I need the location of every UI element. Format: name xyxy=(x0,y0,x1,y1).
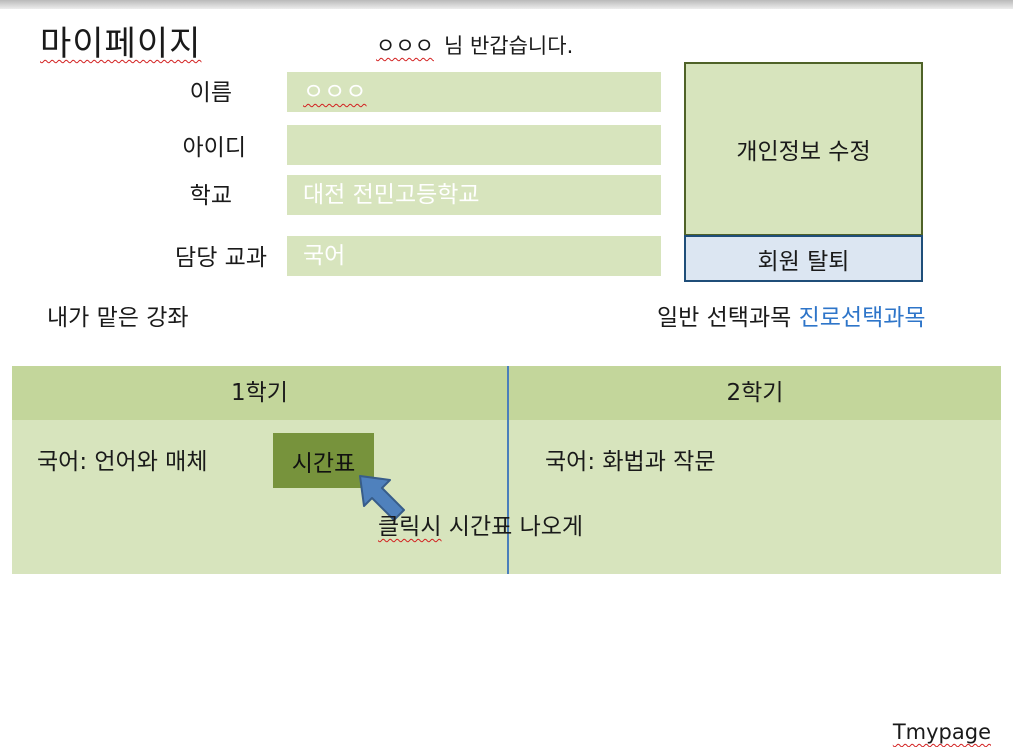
greeting: ㅇㅇㅇ 님 반갑습니다. xyxy=(376,32,573,60)
semester2-title: 2학기 xyxy=(726,380,784,406)
withdraw-button[interactable]: 회원 탈퇴 xyxy=(684,235,923,282)
semester1-course: 국어: 언어와 매체 xyxy=(37,449,208,475)
school-field[interactable]: 대전 전민고등학교 xyxy=(287,175,661,215)
subject-label: 담당 교과 xyxy=(175,245,267,271)
school-label: 학교 xyxy=(189,183,232,209)
timetable-note: 클릭시 시간표 나오게 xyxy=(378,512,583,542)
filter-general[interactable]: 일반 선택과목 xyxy=(657,305,791,331)
greeting-name: ㅇㅇㅇ xyxy=(376,34,434,58)
page-title: 마이페이지 xyxy=(40,24,202,64)
name-value: ㅇㅇㅇ xyxy=(303,79,367,105)
name-label: 이름 xyxy=(189,80,232,106)
filter-career[interactable]: 진로선택과목 xyxy=(799,305,926,331)
semester2-course: 국어: 화법과 작문 xyxy=(545,449,716,475)
id-label: 아이디 xyxy=(182,135,246,161)
note-rest: 시간표 나오게 xyxy=(448,514,584,540)
timetable-button-label: 시간표 xyxy=(291,450,356,477)
my-courses-label: 내가 맡은 강좌 xyxy=(47,305,189,331)
subject-field[interactable]: 국어 xyxy=(287,236,661,276)
subject-value: 국어 xyxy=(303,243,346,269)
school-value: 대전 전민고등학교 xyxy=(303,182,480,208)
semester-table: 1학기 2학기 국어: 언어와 매체 시간표 클릭시 시간표 나오게 국어: 화… xyxy=(12,366,1001,574)
edit-profile-label: 개인정보 수정 xyxy=(736,139,871,165)
footer-label: Tmypage xyxy=(892,720,991,744)
edit-profile-button[interactable]: 개인정보 수정 xyxy=(684,62,923,236)
id-field[interactable] xyxy=(287,125,661,165)
greeting-text: 님 반갑습니다. xyxy=(443,34,574,58)
name-field[interactable]: ㅇㅇㅇ xyxy=(287,72,661,112)
semester1-title: 1학기 xyxy=(231,380,288,406)
note-prefix: 클릭시 xyxy=(378,514,442,540)
column-divider xyxy=(507,366,509,574)
withdraw-label: 회원 탈퇴 xyxy=(757,248,850,275)
course-filters: 일반 선택과목 진로선택과목 xyxy=(657,303,926,333)
window-top-edge xyxy=(0,0,1013,9)
